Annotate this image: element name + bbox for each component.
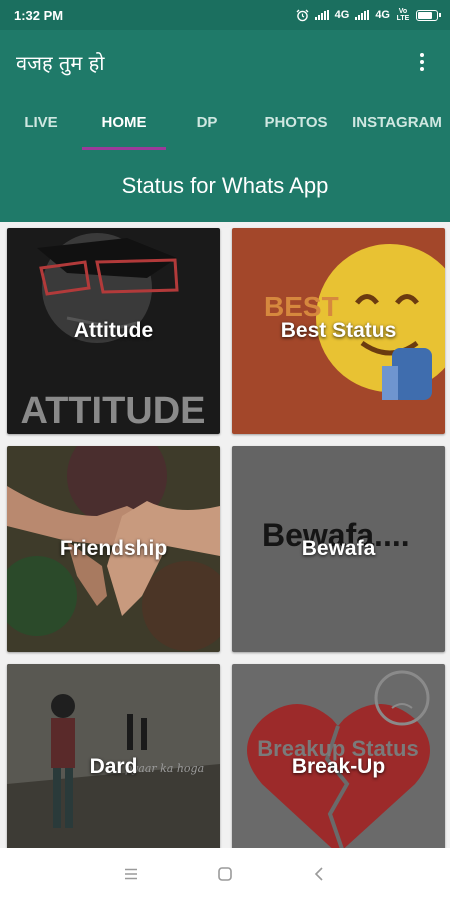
home-square-icon[interactable]: [215, 864, 235, 884]
category-label: Break-Up: [291, 755, 386, 778]
tab-dp[interactable]: DP: [166, 94, 248, 150]
category-label: Best Status: [280, 319, 397, 342]
volte-badge: Vo LTE: [396, 8, 410, 22]
tab-home[interactable]: HOME: [82, 94, 166, 150]
best-status-image-text: BEST: [264, 291, 339, 322]
category-card-bewafa[interactable]: Bewafa.... Bewafa: [232, 446, 445, 652]
app-bar: वजह तुम हो: [0, 30, 450, 94]
back-icon[interactable]: [309, 864, 329, 884]
status-time: 1:32 PM: [14, 7, 64, 23]
category-label: Bewafa: [301, 537, 376, 560]
network-type-1: 4G: [334, 9, 350, 21]
category-label: Attitude: [73, 319, 154, 342]
tab-photos[interactable]: PHOTOS: [248, 94, 344, 150]
system-nav-bar: [0, 848, 450, 900]
category-card-dard[interactable]: pyaar ka hoga Dard: [7, 664, 220, 848]
battery-icon: [416, 9, 441, 21]
overflow-menu-icon[interactable]: [410, 50, 434, 74]
category-card-friendship[interactable]: Friendship: [7, 446, 220, 652]
app-title: वजह तुम हो: [16, 50, 105, 75]
category-grid: ATTITUDE Attitude BEST Best Status Frien…: [0, 222, 450, 848]
tab-instagram[interactable]: INSTAGRAM: [344, 94, 450, 150]
signal-icon-2: [355, 10, 370, 20]
alarm-icon: [296, 9, 309, 21]
attitude-image-text: ATTITUDE: [20, 390, 205, 432]
status-icons: 4G 4G Vo LTE: [296, 8, 441, 22]
category-card-best-status[interactable]: BEST Best Status: [232, 228, 445, 434]
category-label: Friendship: [59, 537, 168, 560]
category-card-break-up[interactable]: Breakup Status Break-Up: [232, 664, 445, 848]
tab-live[interactable]: LIVE: [0, 94, 82, 150]
category-card-attitude[interactable]: ATTITUDE Attitude: [7, 228, 220, 434]
tab-bar: LIVE HOME DP PHOTOS INSTAGRAM: [0, 94, 450, 150]
status-bar: 1:32 PM 4G 4G Vo LTE: [0, 0, 450, 30]
category-label: Dard: [89, 755, 138, 778]
menu-icon[interactable]: [121, 864, 141, 884]
signal-icon: [314, 10, 329, 20]
network-type-2: 4G: [375, 9, 390, 21]
section-title: Status for Whats App: [0, 150, 450, 222]
